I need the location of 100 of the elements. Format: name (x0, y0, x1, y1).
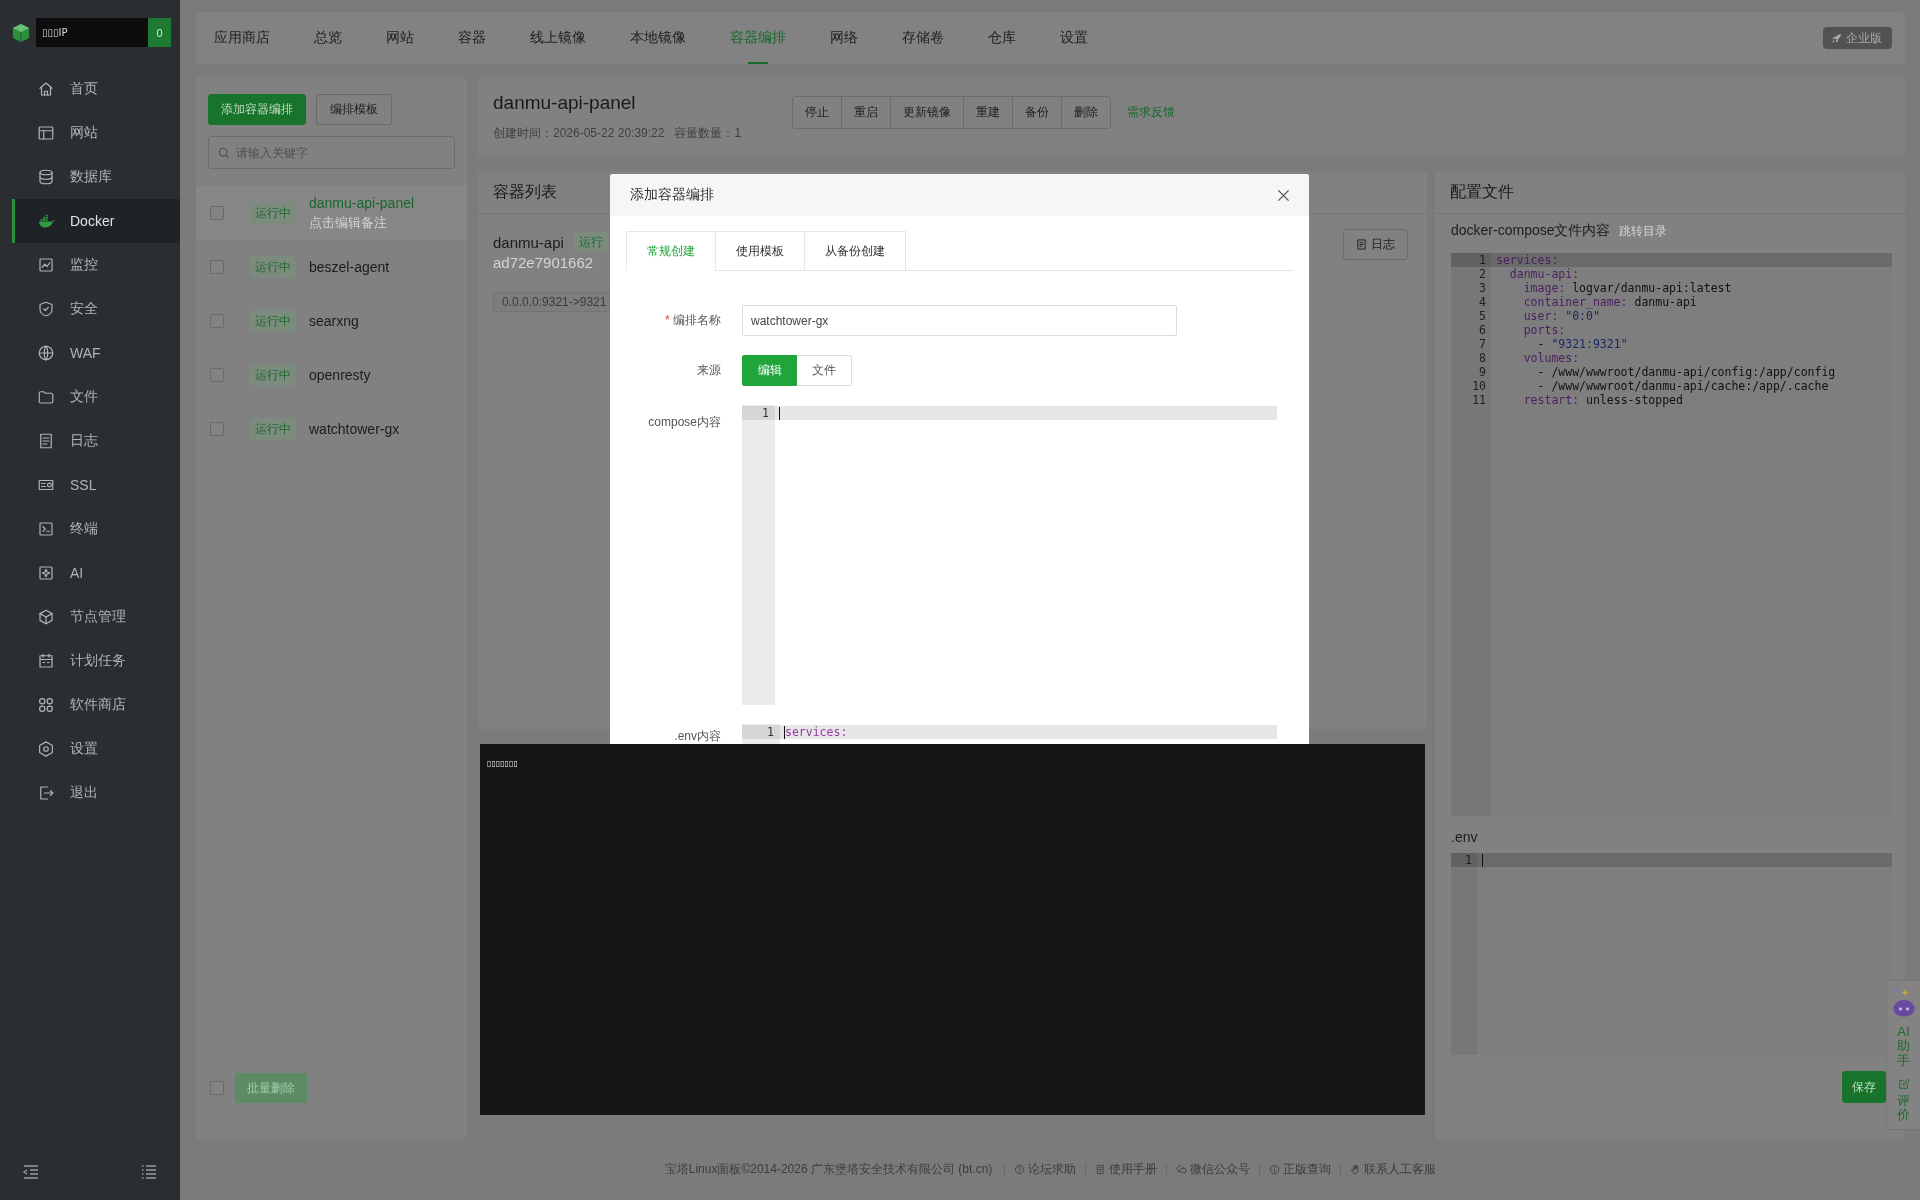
nav-tab[interactable]: 容器 (436, 12, 508, 64)
log-button[interactable]: 日志 (1343, 229, 1408, 260)
action-button[interactable]: 更新镜像 (890, 95, 964, 129)
nav-tab[interactable]: 总览 (292, 12, 364, 64)
count-badge: 0 (148, 18, 171, 47)
rocket-icon (1831, 32, 1842, 44)
action-button[interactable]: 停止 (792, 95, 842, 129)
sidebar-item[interactable]: AI (12, 551, 180, 595)
source-option[interactable]: 文件 (797, 355, 852, 386)
select-all-checkbox[interactable] (210, 1081, 224, 1095)
name-input[interactable]: watchtower-gx (742, 305, 1177, 336)
action-button[interactable]: 重启 (841, 95, 891, 129)
list-item[interactable]: 运行中 searxng (196, 294, 467, 348)
source-option[interactable]: 编辑 (742, 355, 797, 386)
compose-name[interactable]: openresty (309, 366, 371, 384)
footer-link[interactable]: 使用手册 (1095, 1161, 1158, 1178)
sidebar-item[interactable]: 节点管理 (12, 595, 180, 639)
field-label: .env内容 (673, 730, 721, 743)
jump-link[interactable]: 跳转目录 (1618, 223, 1667, 240)
line-number: 9 (1478, 365, 1487, 379)
sidebar-item[interactable]: 监控 (12, 243, 180, 287)
nav-tab[interactable]: 网站 (364, 12, 436, 64)
collapse-icon[interactable] (22, 1163, 40, 1181)
list-item[interactable]: 运行中 openresty (196, 348, 467, 402)
code-text: restart: unless-stopped (1522, 393, 1683, 407)
checkbox[interactable] (210, 206, 224, 220)
line-number: 7 (1478, 337, 1487, 351)
footer-link[interactable]: 论坛求助 (1014, 1161, 1077, 1178)
line-number: 1 (1451, 253, 1491, 267)
nav-tab[interactable]: 存储卷 (880, 12, 966, 64)
sidebar-item[interactable]: 计划任务 (12, 639, 180, 683)
nav-tab[interactable]: 线上镜像 (508, 12, 608, 64)
template-button[interactable]: 编排模板 (316, 94, 392, 125)
sparkle-icon (37, 564, 55, 582)
settings-icon (37, 740, 55, 758)
nav-tab[interactable]: 设置 (1038, 12, 1110, 64)
list-item[interactable]: 运行中 beszel-agent (196, 240, 467, 294)
compose-name[interactable]: beszel-agent (309, 258, 390, 276)
sidebar-item[interactable]: Docker (12, 199, 180, 243)
list-item[interactable]: 运行中 danmu-api-panel 点击编辑备注 (196, 186, 467, 240)
dialog-tab[interactable]: 使用模板 (716, 231, 805, 271)
sidebar-item[interactable]: 网站 (12, 111, 180, 155)
status-tag: 运行中 (250, 364, 296, 386)
close-icon[interactable] (1277, 188, 1290, 202)
list-item[interactable]: 运行中 watchtower-gx (196, 402, 467, 456)
database-icon (37, 168, 55, 186)
container-name: danmu-api (493, 233, 564, 251)
line-number: 2 (1478, 267, 1487, 281)
search-icon (218, 147, 230, 159)
compose-name[interactable]: searxng (309, 312, 359, 330)
code-text: services: (1496, 253, 1559, 267)
sidebar-item[interactable]: 安全 (12, 287, 180, 331)
sidebar-item[interactable]: 数据库 (12, 155, 180, 199)
nav-tab[interactable]: 应用商店 (196, 12, 292, 64)
sidebar-item[interactable]: SSL (12, 463, 180, 507)
sidebar-item[interactable]: 首页 (12, 67, 180, 111)
note-link[interactable]: 点击编辑备注 (309, 214, 415, 232)
code-editor[interactable]: 1 services: (742, 724, 1277, 744)
sidebar-item[interactable]: WAF (12, 331, 180, 375)
line-number: 1 (1451, 853, 1477, 867)
circles-grid-icon (37, 696, 55, 714)
action-button[interactable]: 删除 (1061, 95, 1111, 129)
document-icon (1356, 239, 1367, 250)
sidebar-item[interactable]: 软件商店 (12, 683, 180, 727)
sidebar-item[interactable]: 退出 (12, 771, 180, 815)
compose-name[interactable]: watchtower-gx (309, 420, 400, 438)
field-label: compose内容 (647, 414, 721, 431)
sidebar-item[interactable]: 文件 (12, 375, 180, 419)
action-button[interactable]: 重建 (963, 95, 1013, 129)
checkbox[interactable] (210, 260, 224, 274)
sidebar-item[interactable]: 终端 (12, 507, 180, 551)
exit-icon (37, 784, 55, 802)
checkbox[interactable] (210, 368, 224, 382)
nav-tab[interactable]: 网络 (808, 12, 880, 64)
compose-title: danmu-api-panel (493, 92, 637, 114)
action-button[interactable]: 备份 (1012, 95, 1062, 129)
footer-link[interactable]: 微信公众号 (1176, 1161, 1251, 1178)
code-editor[interactable]: 1 (1451, 853, 1892, 1055)
checkbox[interactable] (210, 314, 224, 328)
checkbox[interactable] (210, 422, 224, 436)
save-button[interactable]: 保存 (1842, 1071, 1886, 1103)
nav-tab[interactable]: 仓库 (966, 12, 1038, 64)
footer-link[interactable]: 联系人工客服 (1350, 1161, 1437, 1178)
nav-tab[interactable]: 本地镜像 (608, 12, 708, 64)
line-number: 11 (1471, 393, 1487, 407)
dialog-tab[interactable]: 常规创建 (626, 231, 716, 271)
dialog-tab[interactable]: 从备份创建 (805, 231, 906, 271)
line-number: 10 (1471, 379, 1487, 393)
dialog-title: 添加容器编排 (630, 186, 714, 204)
field-label: 来源 (696, 362, 721, 379)
code-text: image: logvar/danmu-api:latest (1522, 281, 1732, 295)
list-icon[interactable] (140, 1163, 158, 1181)
code-editor[interactable]: 1 (742, 405, 1277, 705)
status-tag: 运行中 (250, 202, 296, 224)
chart-icon (37, 256, 55, 274)
sidebar-item[interactable]: 日志 (12, 419, 180, 463)
sidebar-item[interactable]: 设置 (12, 727, 180, 771)
add-compose-button[interactable]: 添加容器编排 (208, 94, 306, 125)
edition-badge[interactable]: 企业版 (1823, 27, 1892, 49)
browser-window-icon (37, 124, 55, 142)
